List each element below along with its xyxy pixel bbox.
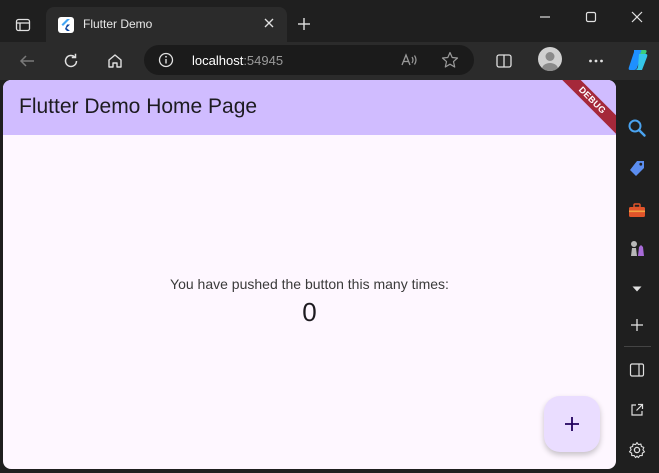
sidebar-settings-button[interactable] [625,438,649,462]
plus-icon [565,417,579,431]
maximize-icon [585,11,597,23]
read-aloud-button[interactable] [400,50,420,70]
counter-value: 0 [302,297,317,327]
sidebar-games-button[interactable] [625,237,649,261]
tab-title: Flutter Demo [83,17,153,31]
browser-titlebar: Flutter Demo [0,0,659,42]
open-external-icon [631,403,644,416]
sidebar-divider [624,346,651,347]
maximize-button[interactable] [568,4,614,30]
app-bar: Flutter Demo Home Page [3,80,616,135]
tab-actions-button[interactable] [8,10,38,40]
minimize-button[interactable] [522,4,568,30]
copilot-button[interactable] [626,48,650,72]
more-icon [589,59,603,63]
close-icon [264,18,274,28]
more-button[interactable] [582,47,610,75]
window-close-button[interactable] [614,4,659,30]
favorite-button[interactable] [440,50,460,70]
flutter-logo-icon [58,17,74,33]
info-icon [158,52,174,68]
back-button[interactable] [13,47,41,75]
favorite-star-icon [441,51,459,68]
refresh-button[interactable] [57,47,85,75]
sidebar-search-button[interactable] [625,116,649,140]
refresh-icon [64,53,78,68]
back-arrow-icon [19,55,34,67]
sidebar-collapse-button[interactable] [625,277,649,301]
address-text[interactable]: localhost:54945 [192,53,283,68]
minimize-icon [540,16,550,18]
counter-label: You have pushed the button this many tim… [170,276,449,292]
plus-icon [298,18,310,30]
read-aloud-icon [401,53,417,66]
search-icon [628,119,646,137]
profile-button[interactable] [538,47,562,71]
browser-tab[interactable]: Flutter Demo [46,7,287,42]
page-title: Flutter Demo Home Page [19,95,258,118]
site-info-button[interactable] [158,52,174,68]
tag-icon [630,161,644,176]
plus-icon [631,319,643,331]
close-icon [631,11,643,23]
gear-icon [628,441,646,459]
sidebar-add-button[interactable] [625,313,649,337]
panel-icon [629,363,645,377]
home-button[interactable] [101,47,129,75]
page-viewport: Flutter Demo Home Page DEBUG You have pu… [3,80,616,469]
sidebar-open-external-button[interactable] [625,398,649,422]
sidebar-tools-button[interactable] [625,198,649,222]
profile-icon [542,52,558,71]
chess-icon [631,241,644,256]
tab-actions-icon [15,18,31,32]
new-tab-button[interactable] [292,12,316,36]
chevron-down-icon [632,286,642,292]
address-port: :54945 [243,53,284,68]
home-icon [108,54,122,68]
split-screen-icon [496,54,512,68]
address-host: localhost [192,53,244,68]
sidebar-panel-button[interactable] [625,358,649,382]
browser-toolbar: localhost:54945 [0,42,659,80]
tab-close-button[interactable] [261,15,277,31]
toolbox-icon [629,203,645,217]
address-bar[interactable]: localhost:54945 [144,45,474,75]
copilot-icon [628,50,648,70]
increment-button[interactable] [544,396,600,452]
browser-sidebar [616,80,659,473]
split-screen-button[interactable] [490,47,518,75]
sidebar-shopping-button[interactable] [625,157,649,181]
